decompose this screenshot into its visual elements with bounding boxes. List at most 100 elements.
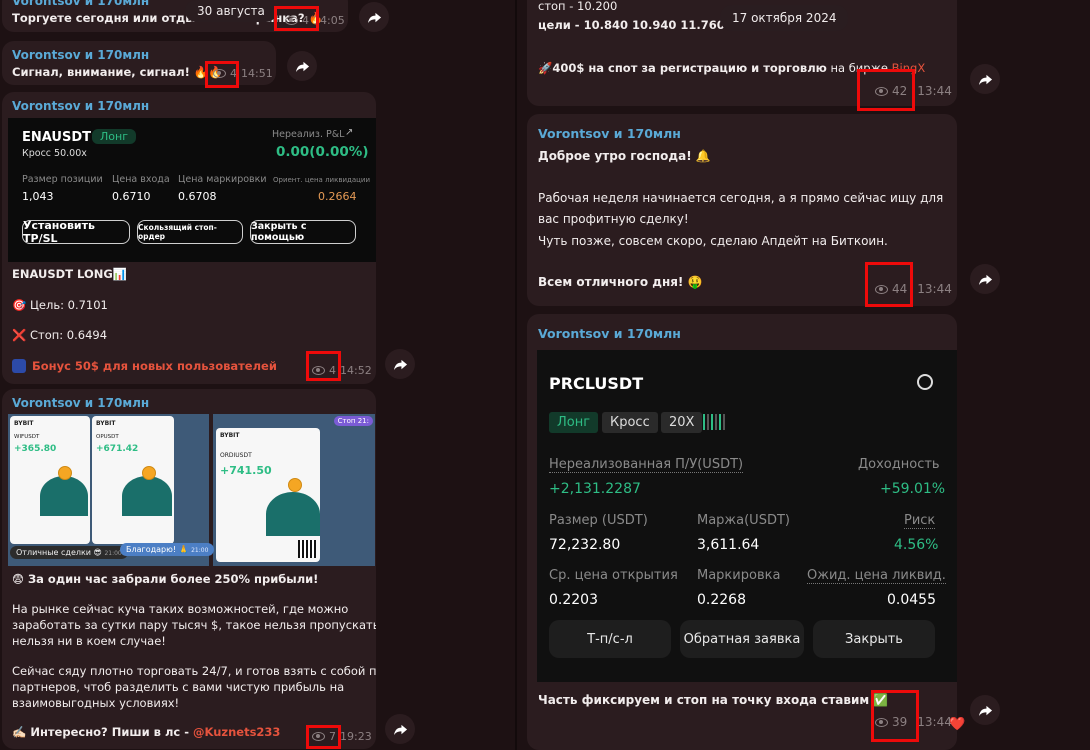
bybit-card-2: BYBIT OPUSDT +671.42 <box>92 416 174 544</box>
card-open-price-value: 0.2203 <box>549 592 598 608</box>
message-line: вас профитную сделку! <box>538 212 689 226</box>
share-button[interactable] <box>970 695 1000 725</box>
message-author[interactable]: Vorontsov и 170млн <box>538 126 681 141</box>
card-close-button: Закрыть с помощью <box>250 220 356 244</box>
coin-icon <box>58 466 72 480</box>
card-tpsl-button: Т-п/с-л <box>549 620 671 658</box>
share-button[interactable] <box>359 2 389 32</box>
share-arrow-icon <box>978 274 992 285</box>
share-icon <box>917 374 933 390</box>
share-button[interactable] <box>287 51 317 81</box>
heart-reaction[interactable]: ❤️ <box>949 717 965 732</box>
card-pair: OPUSDT <box>96 434 119 440</box>
card-yield-label: Доходность <box>858 457 940 472</box>
card-col3-value: 0.6708 <box>178 190 217 203</box>
stop-tag: Стоп 21: <box>333 416 373 426</box>
post-paragraph-line: заработать за сутки пару тысяч $, такое … <box>12 618 376 632</box>
screenshot-image-right[interactable]: Стоп 21: BYBIT ORDIUSDT +741.50 <box>213 414 375 566</box>
signal-targets: цели - 10.840 10.940 11.760 <box>538 18 725 32</box>
card-unrealized-label: Нереализованная П/У(USDT) <box>549 457 744 473</box>
card-mark-price-value: 0.2268 <box>697 592 746 608</box>
views-highlight-box <box>306 351 341 381</box>
coin-icon <box>288 478 302 492</box>
bubble-time: 21:00 <box>191 547 209 554</box>
card-pair: ENAUSDT <box>22 130 91 145</box>
card-mark-price-label: Маркировка <box>697 568 781 583</box>
card-profit: +365.80 <box>14 444 57 454</box>
leverage-bars-icon <box>703 414 725 430</box>
views-highlight-box <box>871 690 919 742</box>
message-bubble[interactable]: Vorontsov и 170млн BYBIT WIFUSDT +365.80… <box>2 389 376 749</box>
message-author[interactable]: Vorontsov и 170млн <box>12 0 149 8</box>
message-time: 14:51 <box>241 67 273 80</box>
share-arrow-icon <box>978 74 992 85</box>
date-separator: 30 августа <box>185 0 277 22</box>
message-text: Сигнал, внимание, сигнал! 🔥🔥 <box>12 65 223 79</box>
message-time: 13:44 <box>917 84 952 98</box>
message-author[interactable]: Vorontsov и 170млн <box>12 99 149 113</box>
message-author[interactable]: Vorontsov и 170млн <box>12 396 149 410</box>
views-highlight-box <box>306 725 341 749</box>
message-line: Чуть позже, совсем скоро, сделаю Апдейт … <box>538 234 888 248</box>
message-time: 14:52 <box>340 364 372 377</box>
card-profit: +671.42 <box>96 444 139 454</box>
message-bubble[interactable]: Vorontsov и 170млн ENAUSDT Лонг Кросс 50… <box>2 92 376 384</box>
card-illustration <box>122 476 172 516</box>
card-mode: Кросс 50.00x <box>22 148 87 159</box>
card-yield-value: +59.01% <box>880 481 946 497</box>
signal-title: ENAUSDT LONG📊 <box>12 267 128 281</box>
card-reverse-order-button: Обратная заявка <box>680 620 804 658</box>
position-card-image[interactable]: PRCLUSDT Лонг Кросс 20X Нереализованная … <box>537 350 957 682</box>
username-link[interactable]: @Kuznets233 <box>193 725 280 739</box>
share-arrow-icon <box>393 724 407 735</box>
card-pnl-label: Нереализ. P&L <box>272 129 345 140</box>
signal-target: 🎯 Цель: 0.7101 <box>12 298 108 312</box>
card-unrealized-value: +2,131.2287 <box>549 481 641 497</box>
promo-link[interactable]: Бонус 50$ для новых пользователей <box>32 358 277 374</box>
message-bubble[interactable]: Vorontsov и 170млн PRCLUSDT Лонг Кросс 2… <box>527 314 957 750</box>
card-col2-label: Цена входа <box>112 174 170 185</box>
card-margin-value: 3,611.64 <box>697 537 760 553</box>
cta-text: ✍🏻 Интересно? Пиши в лс - <box>12 725 193 739</box>
post-cta: ✍🏻 Интересно? Пиши в лс - @Kuznets233 <box>12 724 280 740</box>
share-arrow-icon <box>393 359 407 370</box>
card-pair: PRCLUSDT <box>549 374 644 393</box>
card-col3-label: Цена маркировки <box>178 174 267 185</box>
card-col1-value: 1,043 <box>22 190 54 203</box>
bubble-time: 21:00 <box>104 550 122 557</box>
card-col1-label: Размер позиции <box>22 174 103 185</box>
rocket-icon: 🚀 <box>538 61 553 75</box>
card-illustration <box>40 476 88 516</box>
left-chat-panel: Vorontsov и 170млн Торгуете сегодня или … <box>0 0 515 750</box>
views-highlight-box <box>857 69 915 111</box>
card-illustration <box>266 492 320 536</box>
right-chat-panel: стоп - 10.200 цели - 10.840 10.940 11.76… <box>517 0 1090 750</box>
card-tag-leverage: 20X <box>661 412 703 433</box>
card-margin-label: Маржа(USDT) <box>697 513 790 528</box>
share-arrow-icon <box>978 705 992 716</box>
views-highlight-box <box>865 262 913 307</box>
post-paragraph-line: партнеров, чтоб разделить с вами чистую … <box>12 680 345 694</box>
promo-text-bold: регистрацию и торговлю <box>659 61 827 75</box>
share-button[interactable] <box>970 264 1000 294</box>
card-pair: ORDIUSDT <box>220 452 252 459</box>
position-card-image: ENAUSDT Лонг Кросс 50.00x Нереализ. P&L … <box>8 118 376 262</box>
bingx-badge-icon <box>12 359 26 373</box>
card-size-value: 72,232.80 <box>549 537 621 553</box>
share-button[interactable] <box>970 64 1000 94</box>
chat-bubble-thanks: Отличные сделки 😎 21:00 <box>10 546 128 559</box>
post-headline: 😨 За один час забрали более 250% прибыли… <box>12 572 319 586</box>
message-author[interactable]: Vorontsov и 170млн <box>12 48 149 62</box>
card-col2-value: 0.6710 <box>112 190 151 203</box>
share-button[interactable] <box>385 714 415 744</box>
card-risk-label: Риск <box>904 513 936 529</box>
post-paragraph-line: На рынке сейчас куча таких возможностей,… <box>12 602 349 616</box>
message-caption: Часть фиксируем и стоп на точку входа ст… <box>538 693 889 707</box>
bubble-text: Отличные сделки 😎 <box>16 548 102 557</box>
message-line: Всем отличного дня! 🤑 <box>538 275 703 289</box>
message-author[interactable]: Vorontsov и 170млн <box>538 326 681 341</box>
message-time: 13:44 <box>917 715 952 729</box>
card-size-label: Размер (USDT) <box>549 513 648 528</box>
card-pair: WIFUSDT <box>14 434 40 440</box>
share-button[interactable] <box>385 349 415 379</box>
